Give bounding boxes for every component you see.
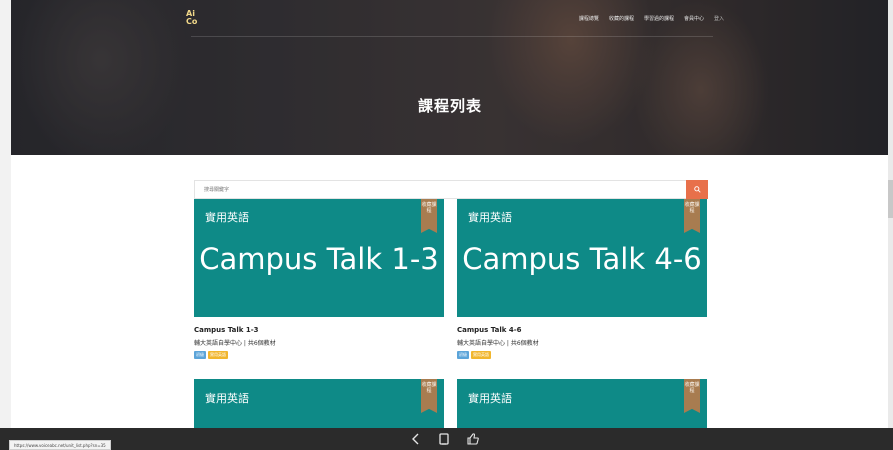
- nav-divider: [191, 36, 713, 37]
- course-category: 實用英語: [205, 392, 249, 405]
- top-nav: 課程總覽 收藏的課程 學習過的課程 會員中心 登入: [579, 15, 724, 22]
- search-bar: [194, 180, 708, 199]
- course-thumbnail-title: Campus Talk 1-3: [199, 242, 439, 276]
- back-arrow-icon[interactable]: [410, 432, 422, 446]
- nav-favorite-courses[interactable]: 收藏的課程: [609, 15, 634, 22]
- course-card[interactable]: 實用英語 收藏課程: [194, 379, 444, 428]
- tag-level: 初級: [457, 351, 469, 359]
- tag-level: 初級: [194, 351, 206, 359]
- logo-bottom: Co: [186, 17, 198, 26]
- course-thumbnail[interactable]: 實用英語 Campus Talk 4-6 收藏課程: [457, 199, 707, 317]
- course-category: 實用英語: [468, 392, 512, 405]
- course-thumbnail-title: Campus Talk 4-6: [462, 242, 702, 276]
- course-subtitle: 輔大英語自學中心 | 共6個教材: [194, 340, 276, 347]
- tabs-icon[interactable]: [438, 432, 450, 446]
- tag-category: 實用英語: [208, 351, 228, 359]
- search-button[interactable]: [686, 180, 708, 199]
- scrollbar-thumb[interactable]: [888, 180, 893, 218]
- course-tags: 初級 實用英語: [194, 351, 444, 359]
- nav-login[interactable]: 登入: [714, 15, 724, 22]
- toolbar-icons: [410, 432, 480, 446]
- search-input[interactable]: [195, 181, 694, 198]
- site-logo[interactable]: Ai Co: [186, 10, 197, 26]
- nav-member-center[interactable]: 會員中心: [684, 15, 704, 22]
- favorite-ribbon[interactable]: 收藏課程: [421, 379, 437, 413]
- search-icon: [693, 186, 701, 193]
- thumbs-up-icon[interactable]: [466, 432, 480, 446]
- tag-category: 實用英語: [471, 351, 491, 359]
- course-thumbnail[interactable]: 實用英語 收藏課程: [457, 379, 707, 428]
- course-title[interactable]: Campus Talk 1-3: [194, 326, 444, 334]
- scrollbar[interactable]: [888, 0, 893, 428]
- course-tags: 初級 實用英語: [457, 351, 707, 359]
- course-thumbnail[interactable]: 實用英語 收藏課程: [194, 379, 444, 428]
- page-title: 課程列表: [417, 97, 482, 115]
- course-card[interactable]: 實用英語 收藏課程: [457, 379, 707, 428]
- course-card[interactable]: 實用英語 Campus Talk 4-6 收藏課程 Campus Talk 4-…: [457, 199, 707, 359]
- nav-learned-courses[interactable]: 學習過的課程: [644, 15, 674, 22]
- favorite-ribbon[interactable]: 收藏課程: [684, 199, 700, 233]
- status-url-tooltip: https://www.voiceabc.net/unit_list.php?s…: [9, 440, 111, 450]
- page-content: Ai Co 課程總覽 收藏的課程 學習過的課程 會員中心 登入 課程列表 搜尋關…: [11, 0, 889, 428]
- course-card[interactable]: 實用英語 Campus Talk 1-3 收藏課程 Campus Talk 1-…: [194, 199, 444, 359]
- hero-banner: Ai Co 課程總覽 收藏的課程 學習過的課程 會員中心 登入 課程列表: [11, 0, 889, 155]
- course-category: 實用英語: [205, 211, 249, 224]
- favorite-ribbon[interactable]: 收藏課程: [684, 379, 700, 413]
- course-category: 實用英語: [468, 211, 512, 224]
- favorite-ribbon[interactable]: 收藏課程: [421, 199, 437, 233]
- course-thumbnail[interactable]: 實用英語 Campus Talk 1-3 收藏課程: [194, 199, 444, 317]
- browser-frame: Ai Co 課程總覽 收藏的課程 學習過的課程 會員中心 登入 課程列表 搜尋關…: [0, 0, 893, 450]
- bottom-toolbar: [0, 428, 893, 450]
- course-title[interactable]: Campus Talk 4-6: [457, 326, 707, 334]
- nav-course-overview[interactable]: 課程總覽: [579, 15, 599, 22]
- course-subtitle: 輔大英語自學中心 | 共6個教材: [457, 340, 539, 347]
